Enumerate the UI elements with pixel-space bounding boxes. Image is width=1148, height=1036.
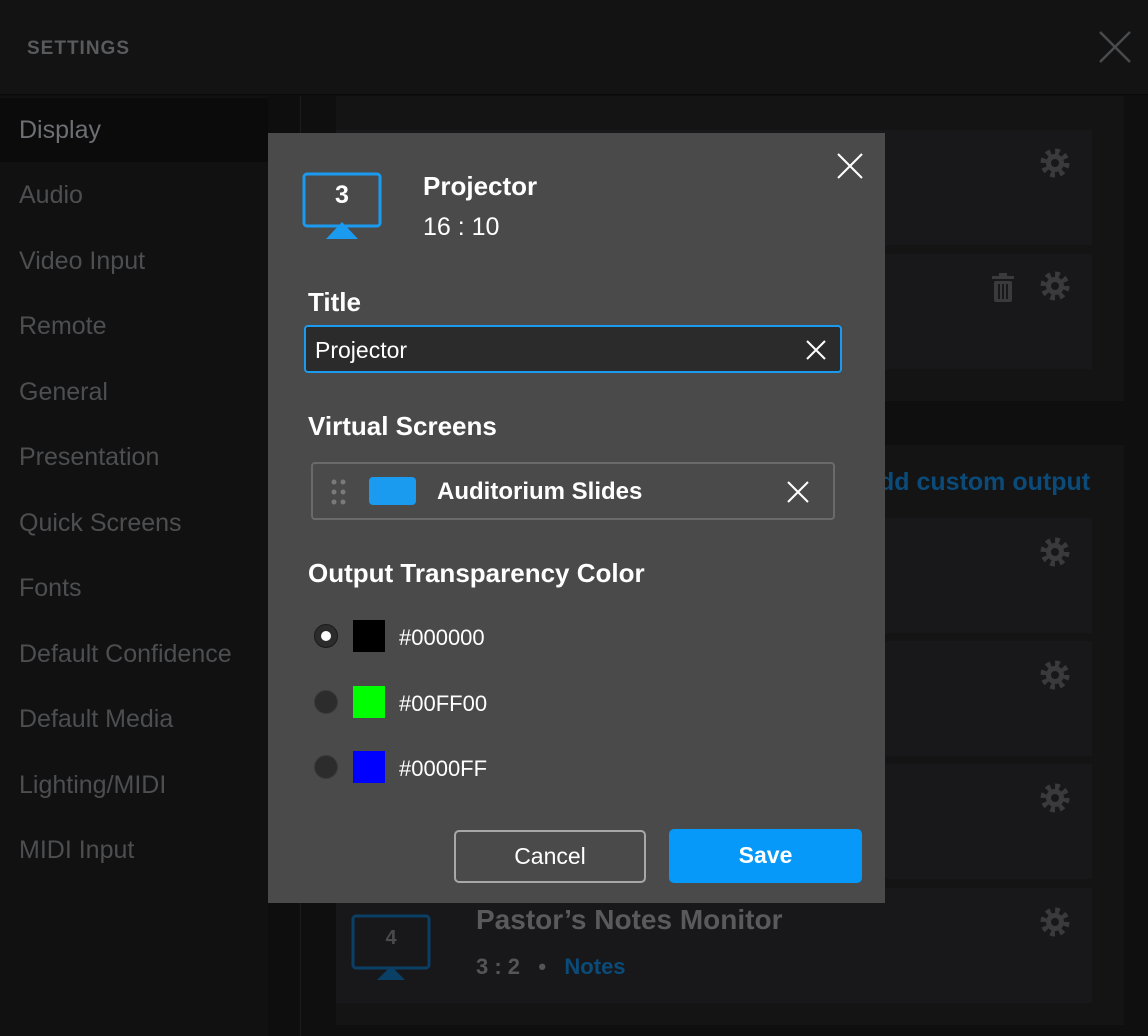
gear-icon[interactable] [1038,146,1072,180]
monitor-ratio: 3 : 2 [476,954,521,979]
drag-handle-icon[interactable] [330,478,348,506]
meta-separator: • [538,954,547,979]
clear-icon[interactable] [804,338,828,362]
sidebar-item-quick-screens[interactable]: Quick Screens [0,491,268,555]
close-icon[interactable] [1098,30,1132,64]
remove-icon[interactable] [785,479,811,505]
add-custom-output-link[interactable]: dd custom output [879,468,1090,497]
sidebar-item-display[interactable]: Display [0,98,268,162]
save-button[interactable]: Save [669,829,862,883]
color-hex: #0000FF [399,756,488,781]
color-swatch [353,686,385,718]
sidebar-item-default-media[interactable]: Default Media [0,687,268,751]
color-hex: #000000 [399,625,485,650]
sidebar-item-video-input[interactable]: Video Input [0,229,268,293]
radio-button[interactable] [314,690,338,714]
title-input[interactable]: Projector [304,325,842,373]
monitor-icon: 4 [351,914,431,982]
virtual-screen-item[interactable]: Auditorium Slides [311,462,835,520]
sidebar-item-midi-input[interactable]: MIDI Input [0,818,268,882]
cancel-button[interactable]: Cancel [454,830,646,883]
settings-sidebar: Display Audio Video Input Remote General… [0,96,268,1036]
monitor-link[interactable]: Notes [564,954,625,979]
screen-settings-modal: 3 Projector 16 : 10 Title Projector Virt… [268,133,885,903]
sidebar-item-general[interactable]: General [0,360,268,424]
sidebar-item-presentation[interactable]: Presentation [0,425,268,489]
monitor-icon: 3 [302,171,386,241]
trash-icon[interactable] [990,273,1016,303]
gear-icon[interactable] [1038,781,1072,815]
screen-name: Projector [423,171,538,201]
settings-window: SETTINGS Display Audio Video Input Remot… [0,0,1148,1036]
sidebar-item-remote[interactable]: Remote [0,294,268,358]
color-swatch [353,751,385,783]
gear-icon[interactable] [1038,905,1072,939]
title-label: Title [308,287,361,317]
transparency-option-black[interactable]: #000000 [314,619,614,653]
settings-header: SETTINGS [0,0,1148,95]
monitor-name: Pastor’s Notes Monitor [476,904,783,935]
transparency-option-blue[interactable]: #0000FF [314,750,614,784]
gear-icon[interactable] [1038,658,1072,692]
title-input-value[interactable]: Projector [315,337,407,364]
virtual-screen-name: Auditorium Slides [437,478,643,505]
monitor-meta: 3 : 2 • Notes [476,954,626,980]
transparency-option-green[interactable]: #00FF00 [314,685,614,719]
sidebar-item-lighting-midi[interactable]: Lighting/MIDI [0,753,268,817]
close-icon[interactable] [835,151,865,181]
gear-icon[interactable] [1038,535,1072,569]
color-hex: #00FF00 [399,691,488,716]
settings-title: SETTINGS [27,38,131,59]
screen-number: 3 [335,181,349,209]
gear-icon[interactable] [1038,269,1072,303]
radio-button-selected[interactable] [314,624,338,648]
aspect-ratio: 16 : 10 [423,213,500,241]
virtual-screens-label: Virtual Screens [308,411,497,441]
sidebar-item-audio[interactable]: Audio [0,163,268,227]
color-swatch [353,620,385,652]
sidebar-item-default-confidence[interactable]: Default Confidence [0,622,268,686]
sidebar-item-fonts[interactable]: Fonts [0,556,268,620]
monitor-number: 4 [385,927,397,949]
transparency-label: Output Transparency Color [308,558,645,588]
radio-button[interactable] [314,755,338,779]
virtual-screen-color [369,477,416,505]
